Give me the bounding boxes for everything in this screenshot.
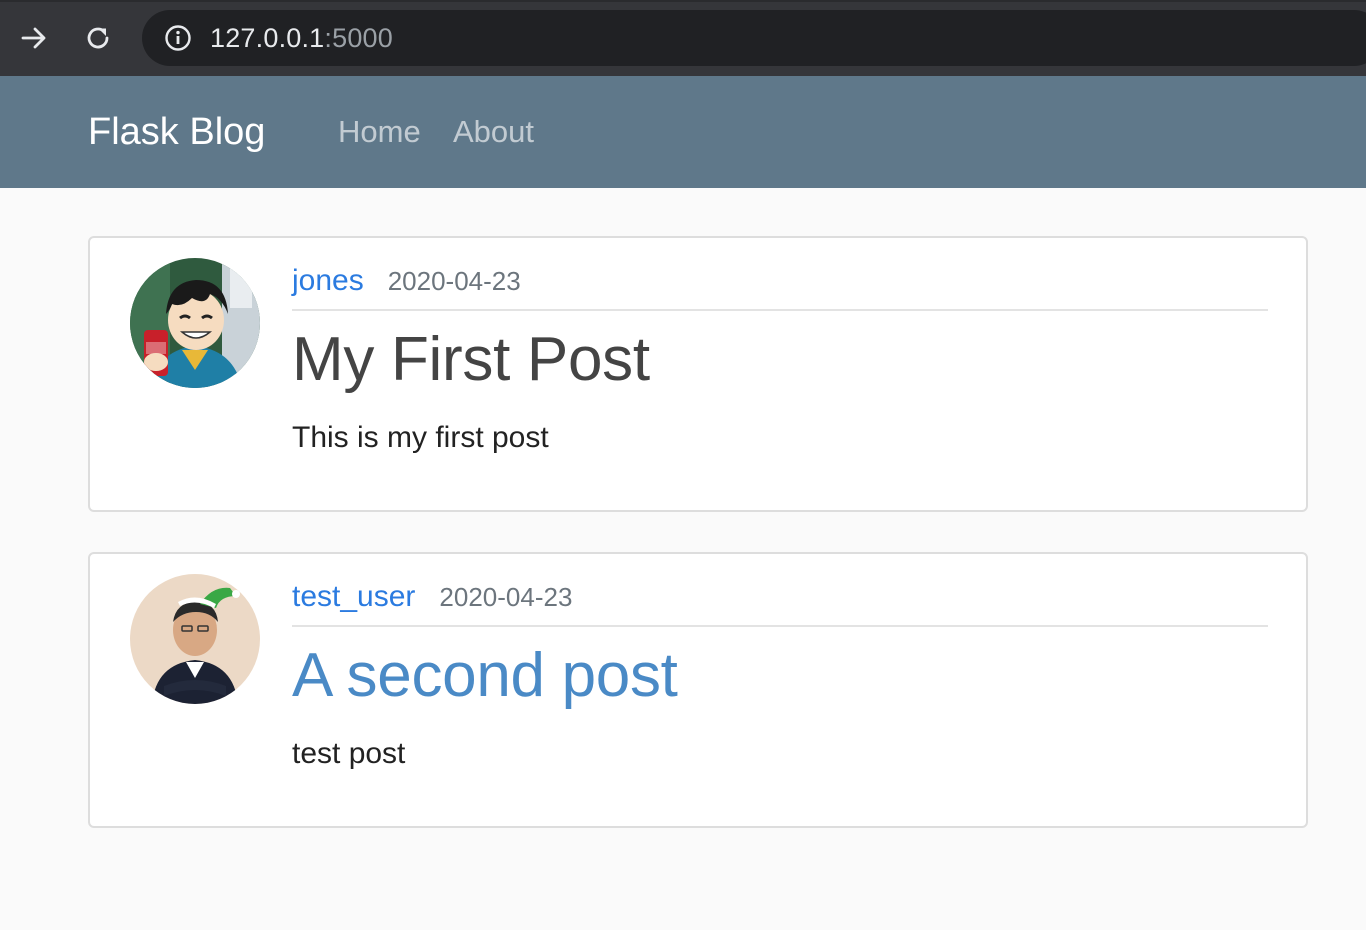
author-link[interactable]: jones (292, 264, 364, 298)
url-host: 127.0.0.1 (210, 22, 325, 53)
url-text: 127.0.0.1:5000 (210, 23, 393, 54)
post-meta: jones 2020-04-23 (292, 264, 1268, 311)
post-card: jones 2020-04-23 My First Post This is m… (88, 236, 1308, 512)
post-date: 2020-04-23 (387, 266, 521, 296)
post-title-link[interactable]: My First Post (292, 321, 1268, 399)
tab-strip-edge (0, 0, 1366, 2)
forward-button[interactable] (14, 18, 54, 58)
avatar (130, 574, 260, 704)
post-title-link[interactable]: A second post (292, 637, 1268, 715)
browser-toolbar: 127.0.0.1:5000 (0, 0, 1366, 76)
site-navbar: Flask Blog Home About (0, 76, 1366, 188)
post-body: test_user 2020-04-23 A second post test … (292, 580, 1268, 771)
post-meta: test_user 2020-04-23 (292, 580, 1268, 627)
info-icon[interactable] (164, 24, 192, 52)
post-date: 2020-04-23 (439, 582, 573, 612)
address-bar[interactable]: 127.0.0.1:5000 (142, 10, 1366, 66)
avatar (130, 258, 260, 388)
post-body: jones 2020-04-23 My First Post This is m… (292, 264, 1268, 455)
reload-button[interactable] (78, 18, 118, 58)
post-content: This is my first post (292, 421, 549, 454)
author-link[interactable]: test_user (292, 580, 415, 614)
reload-icon (87, 27, 109, 49)
post-content: test post (292, 737, 406, 770)
brand-link[interactable]: Flask Blog (88, 111, 265, 154)
nav-about-link[interactable]: About (453, 114, 534, 150)
url-port: :5000 (324, 22, 393, 53)
post-card: test_user 2020-04-23 A second post test … (88, 552, 1308, 828)
nav-home-link[interactable]: Home (338, 114, 421, 150)
arrow-right-icon (21, 27, 46, 49)
